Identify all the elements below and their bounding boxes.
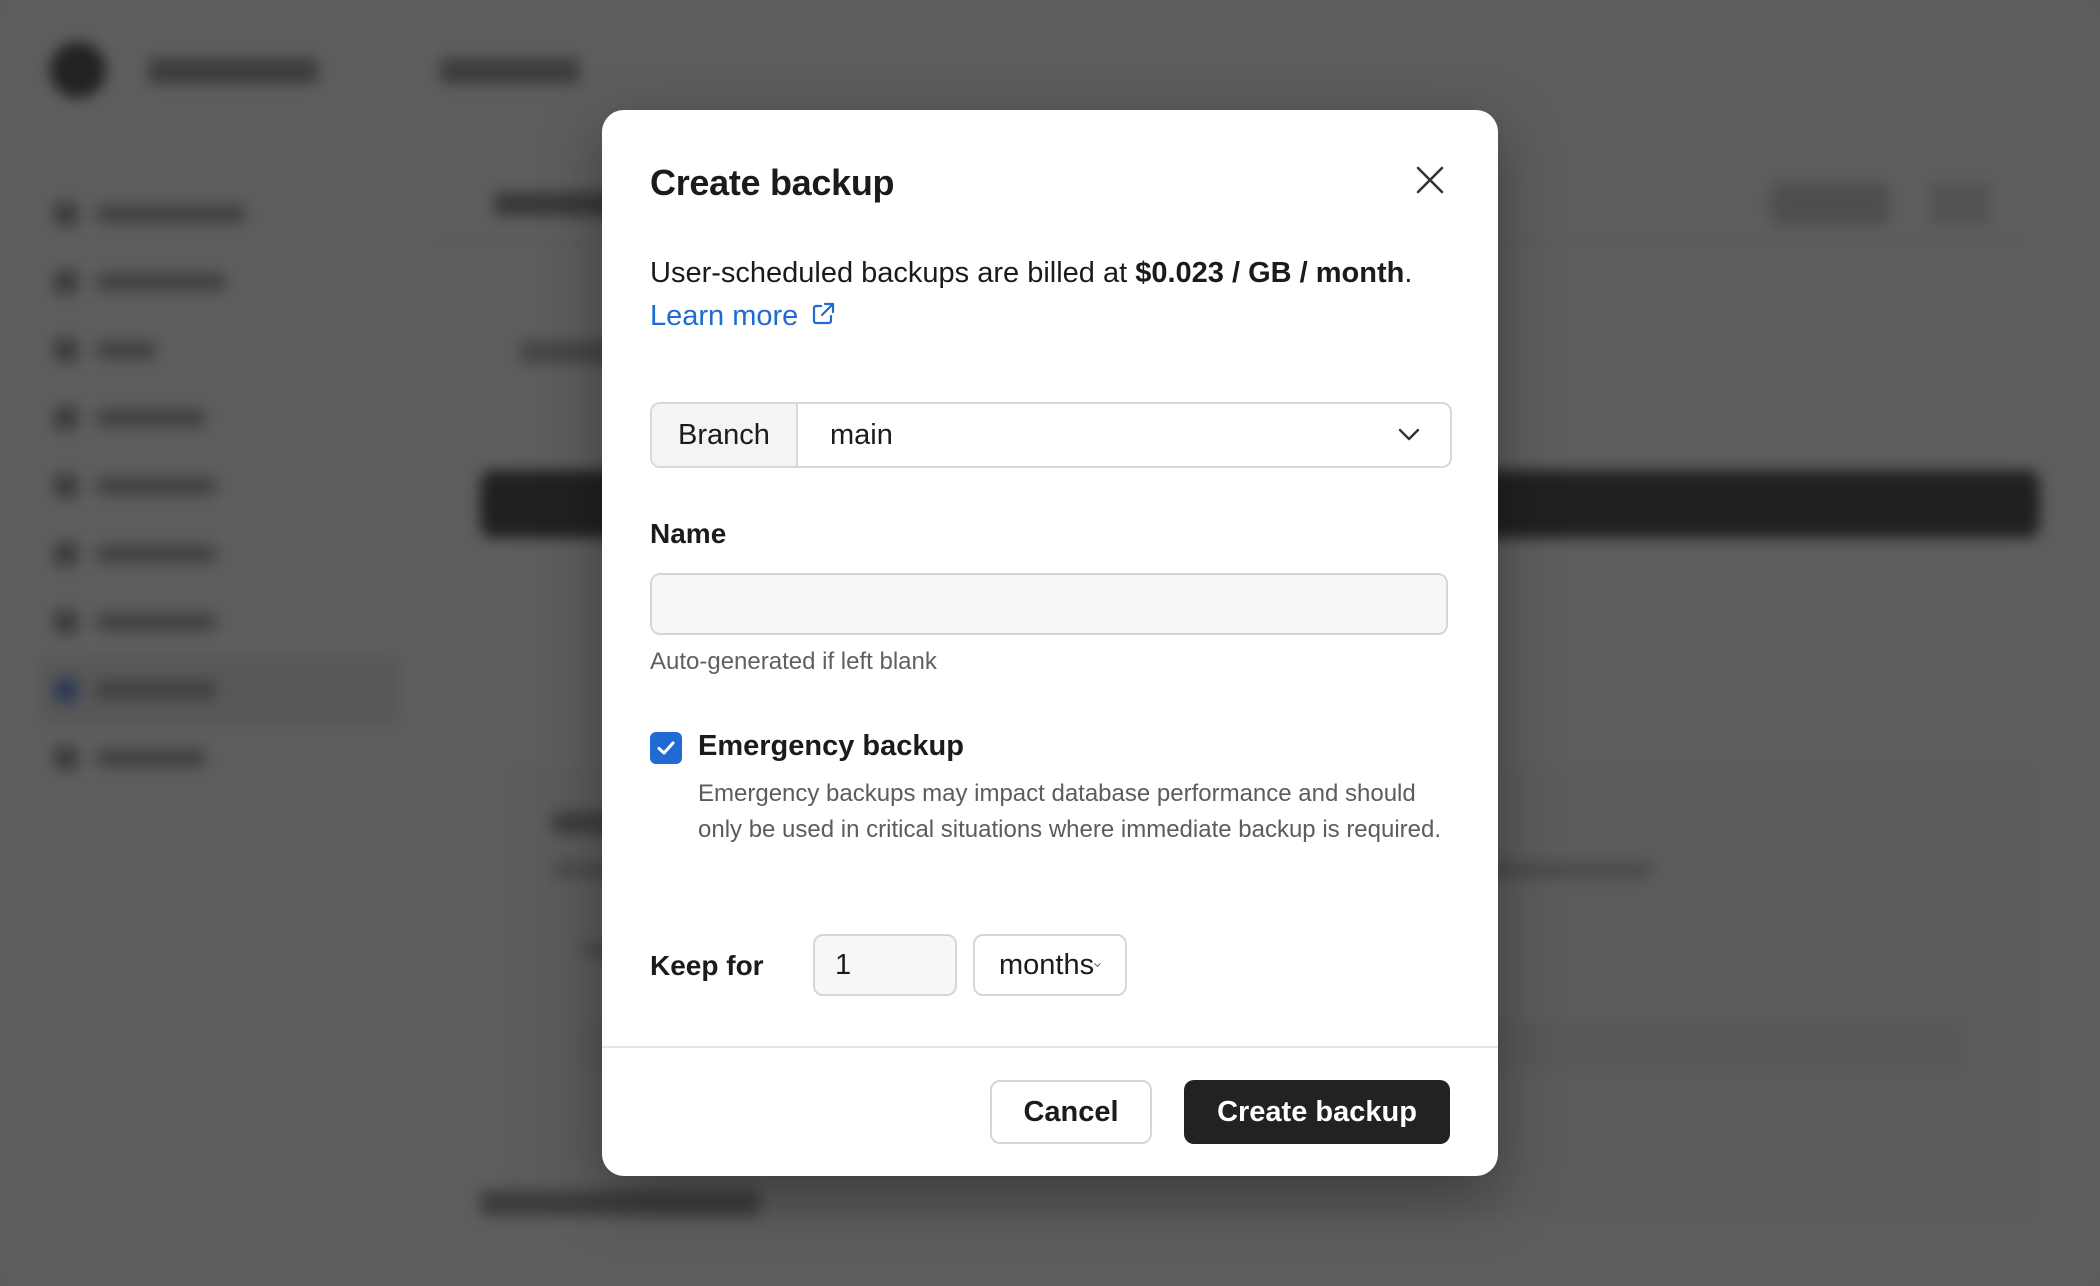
billing-price: $0.023 / GB / month	[1135, 257, 1405, 289]
chevron-down-icon	[1398, 428, 1420, 441]
name-label: Name	[650, 518, 727, 549]
create-backup-dialog: Create backup User-scheduled backups are…	[602, 110, 1498, 1176]
external-link-icon	[813, 302, 835, 325]
chevron-down-icon	[1094, 963, 1101, 967]
close-button[interactable]	[1410, 160, 1450, 200]
branch-value: main	[830, 418, 893, 451]
emergency-backup-description: Emergency backups may impact database pe…	[698, 780, 1442, 843]
checkmark-icon	[657, 741, 675, 755]
name-help-text: Auto-generated if left blank	[650, 648, 937, 675]
keep-for-unit-value: months	[999, 948, 1095, 981]
branch-select-group: Branch main	[650, 402, 1452, 468]
keep-for-unit-select[interactable]: months	[973, 934, 1127, 996]
learn-more-label: Learn more	[650, 300, 799, 332]
billing-prefix: User-scheduled backups are billed at	[650, 257, 1136, 289]
cancel-button[interactable]: Cancel	[990, 1080, 1152, 1144]
billing-notice: User-scheduled backups are billed at $0.…	[650, 252, 1430, 338]
billing-suffix: .	[1404, 257, 1413, 289]
emergency-backup-label[interactable]: Emergency backup	[698, 730, 964, 763]
branch-label: Branch	[652, 404, 798, 466]
name-input[interactable]	[650, 573, 1448, 635]
learn-more-link[interactable]: Learn more	[650, 300, 836, 332]
emergency-backup-checkbox[interactable]	[650, 732, 682, 764]
keep-for-label: Keep for	[650, 950, 764, 981]
footer-divider	[602, 1046, 1498, 1048]
branch-select[interactable]: main	[798, 404, 1450, 466]
create-backup-button[interactable]: Create backup	[1184, 1080, 1450, 1144]
dialog-title: Create backup	[650, 162, 895, 203]
close-icon	[1416, 166, 1444, 194]
keep-for-input[interactable]	[813, 934, 957, 996]
